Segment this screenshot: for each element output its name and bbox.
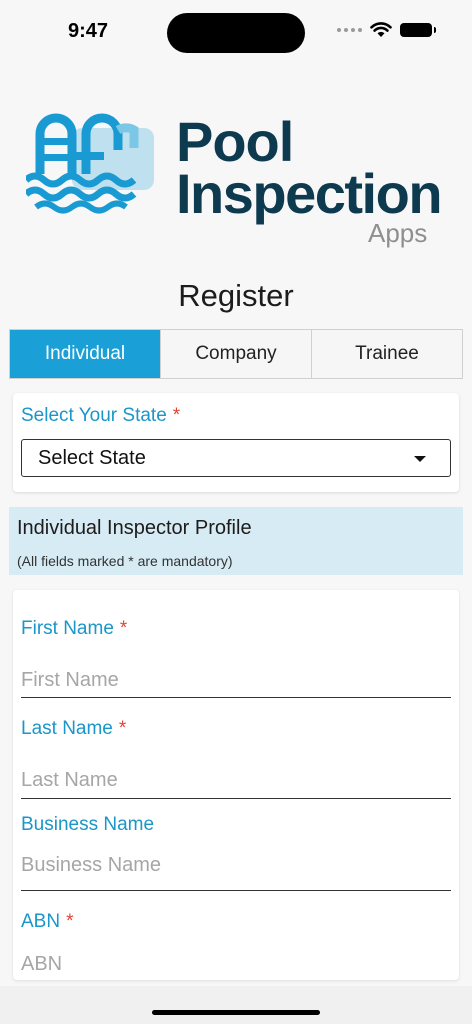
pool-ladder-logo-icon xyxy=(26,113,154,214)
wifi-icon xyxy=(370,22,392,37)
required-mark: * xyxy=(66,911,74,932)
logo-subtitle: Apps xyxy=(368,218,428,248)
first-name-label-text: First Name xyxy=(21,618,114,639)
first-name-input[interactable] xyxy=(21,660,451,700)
page-title: Register xyxy=(178,278,294,313)
state-label-text: Select Your State xyxy=(21,405,167,426)
required-mark: * xyxy=(119,618,128,639)
business-name-input[interactable] xyxy=(21,845,451,885)
mandatory-note: (All fields marked * are mandatory) xyxy=(17,553,233,569)
caret-down-icon xyxy=(414,456,426,462)
last-name-label: Last Name * xyxy=(21,718,451,740)
profile-form: First Name* Last Name* Business Name ABN… xyxy=(13,590,459,980)
abn-input[interactable] xyxy=(21,944,451,980)
business-name-label-text: Business Name xyxy=(21,814,155,835)
app-logo: Pool Inspection Apps xyxy=(26,104,446,254)
business-name-field: Business Name xyxy=(21,814,451,891)
business-name-underline xyxy=(21,890,451,891)
business-name-label: Business Name xyxy=(21,814,451,836)
state-select-dropdown[interactable]: Select State xyxy=(21,439,451,477)
abn-label: ABN * xyxy=(21,911,451,933)
state-select-value: Select State xyxy=(38,446,146,469)
tab-individual[interactable]: Individual xyxy=(10,330,161,378)
registration-type-tabs: Individual Company Trainee xyxy=(9,329,463,379)
abn-label-text: ABN xyxy=(21,911,61,932)
status-bar: 9:47 xyxy=(0,0,472,66)
profile-title: Individual Inspector Profile xyxy=(17,517,252,539)
required-mark: * xyxy=(118,718,127,739)
last-name-underline xyxy=(21,798,451,799)
profile-banner: Individual Inspector Profile (All fields… xyxy=(9,507,463,575)
home-indicator[interactable] xyxy=(152,1010,320,1015)
required-mark: * xyxy=(172,405,181,426)
home-area xyxy=(0,986,472,1024)
logo-title-inspection: Inspection xyxy=(176,162,443,225)
first-name-field: First Name * xyxy=(21,618,451,700)
last-name-input[interactable] xyxy=(21,760,451,800)
first-name-underline xyxy=(21,697,451,698)
state-selector-card: Select Your State * Select State xyxy=(13,393,459,492)
tab-trainee[interactable]: Trainee xyxy=(312,330,462,378)
last-name-field: Last Name * xyxy=(21,718,451,800)
status-icons xyxy=(337,22,436,38)
battery-icon xyxy=(400,23,436,37)
abn-field: ABN * xyxy=(21,911,451,980)
signal-dots-icon xyxy=(337,28,362,32)
first-name-label: First Name * xyxy=(21,618,451,640)
status-time: 9:47 xyxy=(68,20,109,42)
state-label: Select Your State * xyxy=(21,405,180,427)
tab-company[interactable]: Company xyxy=(161,330,312,378)
dynamic-island xyxy=(167,13,305,53)
last-name-label-text: Last Name xyxy=(21,718,113,739)
